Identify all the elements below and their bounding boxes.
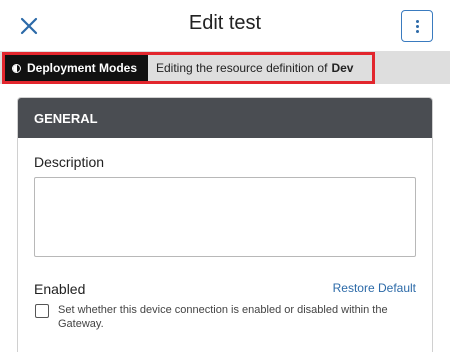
section-header: GENERAL [18,98,432,138]
general-section-card: GENERAL Description Enabled Restore Defa… [17,97,433,352]
description-textarea[interactable] [34,177,416,257]
enabled-label: Enabled [34,281,86,297]
kebab-menu-icon [415,19,419,34]
page-title: Edit test [188,12,262,34]
description-label: Description [34,154,105,170]
more-options-button[interactable] [401,10,433,42]
mode-highlight-frame [2,52,375,84]
enabled-help-text: Set whether this device connection is en… [58,304,388,330]
enabled-checkbox[interactable] [35,304,49,318]
header: Edit test [0,0,450,51]
restore-default-link[interactable]: Restore Default [333,281,416,295]
